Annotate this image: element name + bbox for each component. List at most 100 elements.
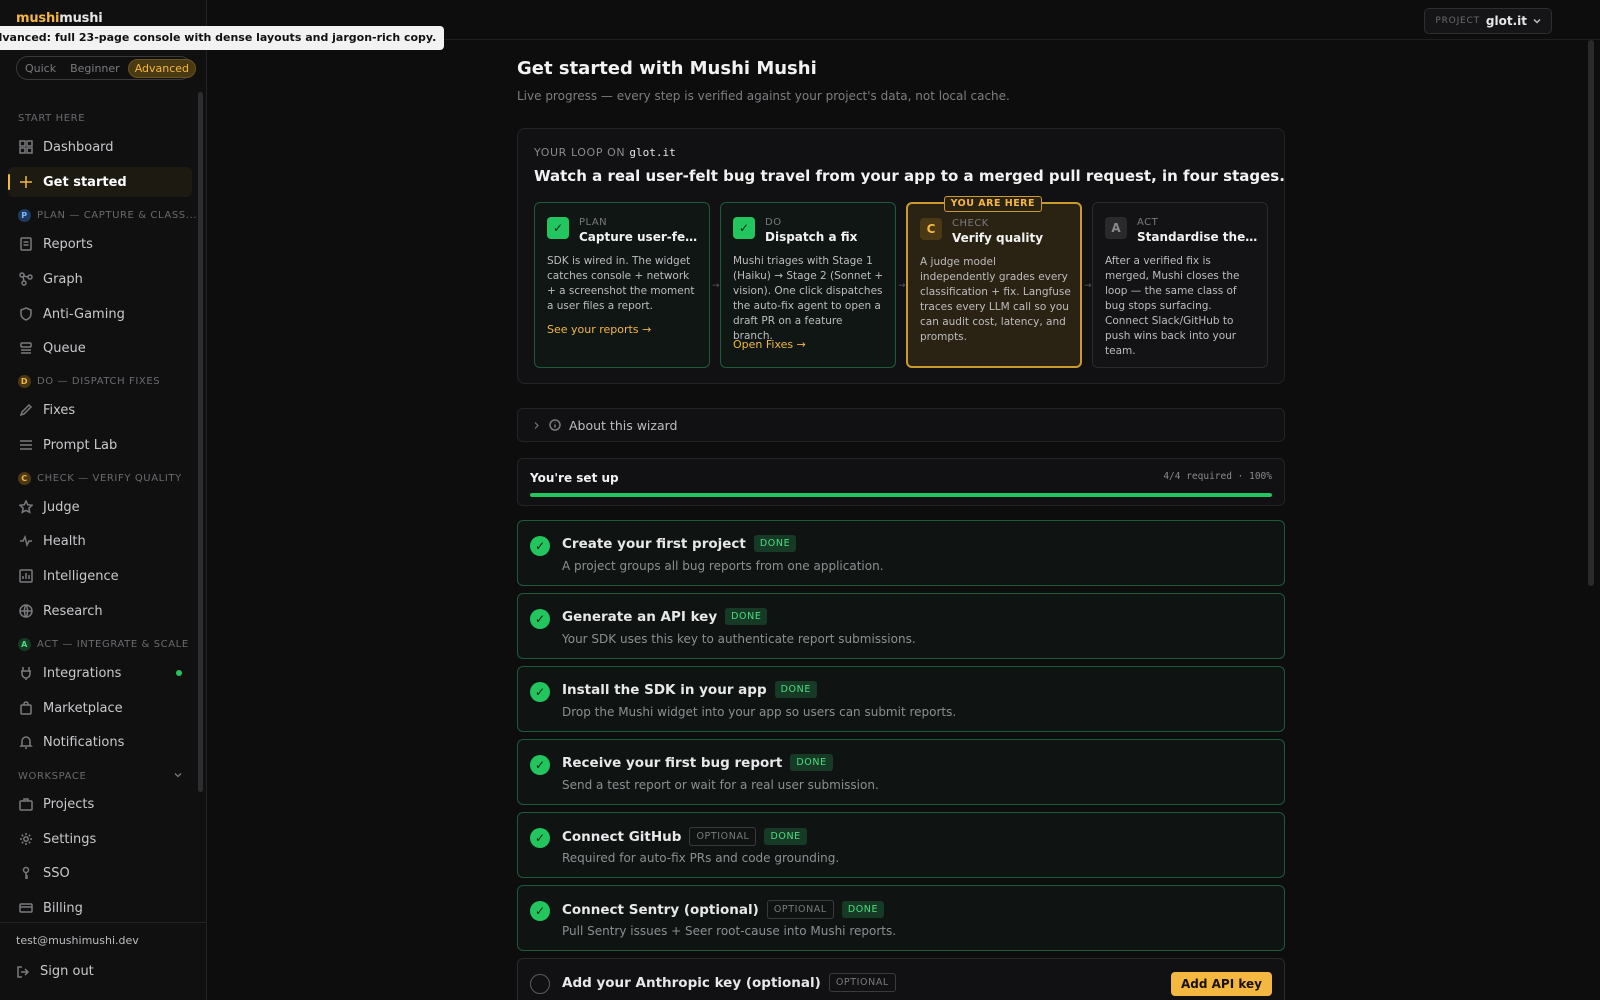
step-title: Connect GitHub [562,828,682,845]
step-title: Receive your first bug report [562,754,783,771]
optional-badge: OPTIONAL [766,900,834,919]
bar-chart-icon [19,569,33,583]
sidebar-item-dashboard[interactable]: Dashboard [8,132,192,162]
progress-summary: 4/4 required · 100% [1163,471,1272,482]
sidebar-item-fixes[interactable]: Fixes [8,395,192,425]
about-wizard-toggle[interactable]: About this wizard [517,408,1285,442]
step-description: Your SDK uses this key to authenticate r… [562,632,916,646]
stage-do[interactable]: ✓ DO Dispatch a fix Mushi triages with S… [720,202,896,368]
step-item[interactable]: Add your Anthropic key (optional) OPTIONA… [517,958,1285,1000]
bag-icon [20,701,32,715]
step-description: A project groups all bug reports from on… [562,559,884,573]
brand-logo[interactable]: mushimushi [16,11,103,26]
user-email: test@mushimushi.dev [16,934,139,947]
credit-card-icon [19,903,33,913]
mode-advanced[interactable]: Advanced [127,58,197,78]
sidebar-item-reports[interactable]: Reports [8,229,192,259]
plug-icon [21,667,31,680]
step-title: Install the SDK in your app [562,681,767,698]
sidebar-item-get-started[interactable]: Get started [8,167,192,197]
done-badge: DONE [841,901,885,918]
key-icon [22,866,30,879]
step-description: Pull Sentry issues + Seer root-cause int… [562,924,897,938]
info-icon [549,419,561,431]
add-api-key-button[interactable]: Add API key [1171,972,1272,996]
chevron-down-icon [1533,18,1541,24]
sidebar-item-prompt-lab[interactable]: Prompt Lab [8,430,192,460]
sidebar-item-judge[interactable]: Judge [8,492,192,522]
loop-kicker: YOUR LOOP ON glot.it [534,146,676,159]
sidebar-item-billing[interactable]: Billing [8,893,192,923]
optional-badge: OPTIONAL [689,827,757,846]
done-badge: DONE [790,754,833,771]
check-circle-icon: ✓ [530,755,550,775]
sidebar-item-notifications[interactable]: Notifications [8,727,192,757]
arrow-right-icon: → [712,281,720,291]
stage-check[interactable]: YOU ARE HERE C CHECK Verify quality A ju… [906,196,1082,368]
section-act: A ACT — INTEGRATE & SCALE [18,638,189,651]
step-item[interactable]: ✓ Install the SDK in your app DONE Drop the… [517,666,1285,732]
chevron-right-icon [534,421,539,429]
done-badge: DONE [753,535,797,552]
chevron-down-icon[interactable] [174,771,182,779]
graph-icon [19,272,33,286]
project-name: glot.it [1485,14,1527,28]
step-item[interactable]: ✓ Create your first project DONE A project … [517,520,1285,586]
progress-title: You're set up [530,471,619,485]
arrow-right-icon: → [1084,281,1092,291]
sign-out-button[interactable]: Sign out [16,964,94,979]
stage-act[interactable]: A ACT Standardise the win After a verifi… [1092,202,1268,368]
step-item[interactable]: ✓ Generate an API key DONE Your SDK uses th… [517,593,1285,659]
step-item[interactable]: ✓ Connect GitHub OPTIONAL DONE Required for … [517,812,1285,878]
sidebar-footer-divider [0,922,206,923]
sidebar-item-research[interactable]: Research [8,596,192,626]
step-title: Generate an API key [562,608,718,625]
pulse-icon [20,534,32,548]
sliders-icon [20,440,32,450]
setup-progress: You're set up 4/4 required · 100% [517,458,1285,506]
sidebar-item-sso[interactable]: SSO [8,858,192,888]
progress-bar [530,493,1272,497]
open-fixes-link[interactable]: Open Fixes → [733,338,806,351]
queue-icon [20,342,32,354]
section-workspace[interactable]: WORKSPACE [18,771,86,782]
gear-icon [20,833,32,845]
pencil-icon [19,403,33,417]
section-plan: P PLAN — CAPTURE & CLASS... [18,209,197,222]
mode-switch: Quick Beginner Advanced [16,56,197,80]
mode-beginner[interactable]: Beginner [64,60,126,77]
mode-tooltip: Advanced: full 23-page console with dens… [0,26,445,50]
loop-title: Watch a real user-felt bug travel from y… [534,167,1285,185]
optional-badge: OPTIONAL [828,973,896,992]
sidebar-scrollbar[interactable] [198,92,203,792]
sidebar-item-settings[interactable]: Settings [8,824,192,854]
step-item[interactable]: ✓ Connect Sentry (optional) OPTIONAL DONE Pu… [517,885,1285,951]
mode-quick[interactable]: Quick [19,60,62,77]
dashboard-icon [19,140,33,154]
sidebar-item-marketplace[interactable]: Marketplace [8,693,192,723]
sidebar-item-anti-gaming[interactable]: Anti-Gaming [8,299,192,329]
star-icon [19,500,33,514]
main-scrollbar[interactable] [1588,40,1594,586]
sidebar-item-health[interactable]: Health [8,526,192,556]
stage-plan[interactable]: ✓ PLAN Capture user-felt b... SDK is wir… [534,202,710,368]
section-start-here: START HERE [18,113,86,124]
see-reports-link[interactable]: See your reports → [547,323,651,336]
step-item[interactable]: ✓ Receive your first bug report DONE Send a… [517,739,1285,805]
section-do: D DO — DISPATCH FIXES [18,375,160,388]
sidebar-item-integrations[interactable]: Integrations [8,658,192,688]
project-selector[interactable]: PROJECT glot.it [1424,8,1552,34]
sidebar-item-graph[interactable]: Graph [8,264,192,294]
done-badge: DONE [764,828,807,845]
section-check: C CHECK — VERIFY QUALITY [18,472,182,485]
sidebar-item-intelligence[interactable]: Intelligence [8,561,192,591]
shield-icon [20,307,32,321]
stage-check-badge: C [920,218,942,240]
bell-icon [19,736,33,749]
sparkle-icon [20,176,32,188]
step-description: Required for auto-fix PRs and code groun… [562,851,840,865]
progress-fill [530,493,1272,497]
sidebar-item-projects[interactable]: Projects [8,789,192,819]
sidebar-item-queue[interactable]: Queue [8,333,192,363]
document-icon [20,237,32,251]
